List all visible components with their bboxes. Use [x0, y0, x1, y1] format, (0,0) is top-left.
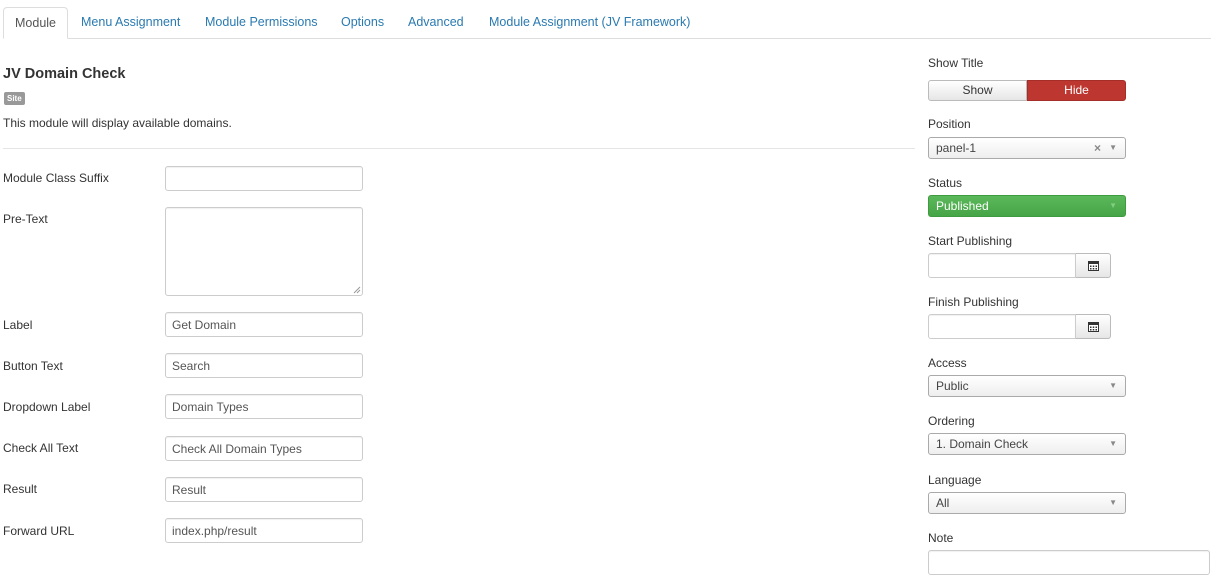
calendar-icon: [1088, 261, 1099, 271]
button-text-label: Button Text: [3, 359, 63, 373]
label-field-label: Label: [3, 318, 33, 332]
access-label: Access: [928, 356, 967, 370]
pre-text-textarea[interactable]: [165, 207, 363, 296]
position-value: panel-1: [936, 141, 977, 155]
tab-module-assignment-jv[interactable]: Module Assignment (JV Framework): [489, 7, 690, 38]
access-value: Public: [936, 379, 969, 393]
note-input[interactable]: [928, 550, 1210, 575]
tab-module[interactable]: Module: [3, 7, 68, 39]
position-select[interactable]: panel-1 × ▼: [928, 137, 1126, 159]
ordering-select[interactable]: 1. Domain Check ▼: [928, 433, 1126, 455]
result-label: Result: [3, 482, 38, 496]
status-label: Status: [928, 176, 963, 190]
language-value: All: [936, 496, 950, 510]
calendar-icon: [1088, 322, 1099, 332]
tab-module-permissions[interactable]: Module Permissions: [205, 7, 318, 38]
dropdown-label-input[interactable]: [165, 394, 363, 419]
finish-publishing-input[interactable]: [928, 314, 1076, 339]
show-title-hide-button[interactable]: Hide: [1027, 80, 1126, 101]
result-input[interactable]: [165, 477, 363, 502]
language-select[interactable]: All ▼: [928, 492, 1126, 514]
label-input[interactable]: [165, 312, 363, 337]
note-label: Note: [928, 531, 954, 545]
divider: [3, 148, 915, 149]
tab-bar: Module Menu Assignment Module Permission…: [3, 7, 1211, 39]
check-all-text-label: Check All Text: [3, 441, 79, 455]
client-badge: Site: [4, 92, 25, 105]
tab-menu-assignment[interactable]: Menu Assignment: [81, 7, 180, 38]
module-class-suffix-input[interactable]: [165, 166, 363, 191]
access-select[interactable]: Public ▼: [928, 375, 1126, 397]
tab-options[interactable]: Options: [341, 7, 384, 38]
clear-x-icon[interactable]: ×: [1094, 138, 1101, 158]
show-title-show-button[interactable]: Show: [928, 80, 1027, 101]
forward-url-input[interactable]: [165, 518, 363, 543]
module-class-suffix-label: Module Class Suffix: [3, 171, 109, 185]
check-all-text-input[interactable]: [165, 436, 363, 461]
start-publishing-input[interactable]: [928, 253, 1076, 278]
start-publishing-calendar-button[interactable]: [1076, 253, 1111, 278]
finish-publishing-label: Finish Publishing: [928, 295, 1019, 309]
ordering-label: Ordering: [928, 414, 975, 428]
caret-down-icon: ▼: [1109, 498, 1117, 507]
caret-down-icon: ▼: [1109, 143, 1117, 152]
language-label: Language: [928, 473, 982, 487]
status-value: Published: [936, 199, 989, 213]
caret-down-icon: ▼: [1109, 381, 1117, 390]
position-label: Position: [928, 117, 971, 131]
finish-publishing-calendar-button[interactable]: [1076, 314, 1111, 339]
module-title: JV Domain Check: [3, 66, 126, 82]
tab-advanced[interactable]: Advanced: [408, 7, 464, 38]
button-text-input[interactable]: [165, 353, 363, 378]
dropdown-label-label: Dropdown Label: [3, 400, 91, 414]
caret-down-icon: ▼: [1109, 439, 1117, 448]
status-select[interactable]: Published ▼: [928, 195, 1126, 217]
forward-url-label: Forward URL: [3, 524, 75, 538]
start-publishing-label: Start Publishing: [928, 234, 1013, 248]
pre-text-label: Pre-Text: [3, 212, 48, 226]
resize-grip-icon[interactable]: [353, 286, 361, 294]
show-title-label: Show Title: [928, 56, 984, 70]
ordering-value: 1. Domain Check: [936, 437, 1029, 451]
caret-down-icon: ▼: [1109, 201, 1117, 210]
module-description: This module will display available domai…: [3, 116, 232, 130]
show-title-toggle: Show Hide: [928, 80, 1126, 101]
